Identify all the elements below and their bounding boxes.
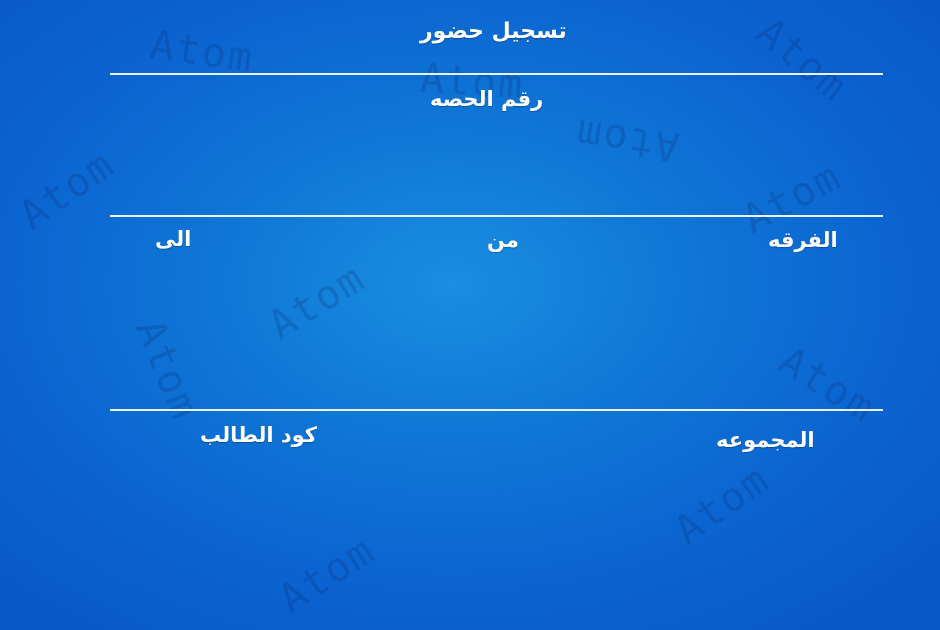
- watermark-logo: Atom: [260, 254, 374, 350]
- watermark-logo: Atom: [666, 456, 779, 554]
- watermark-logo: Atom: [147, 21, 258, 83]
- section-divider: [110, 409, 883, 411]
- grade-label: الفرقه: [768, 228, 838, 252]
- student-code-label: كود الطالب: [200, 423, 318, 447]
- watermark-logo: Atom: [770, 337, 884, 433]
- watermark-logo: Atom: [11, 141, 124, 239]
- group-label: المجموعه: [716, 428, 815, 452]
- watermark-logo: Atom: [572, 109, 683, 171]
- page-title: تسجيل حضور: [420, 19, 567, 44]
- header-divider: [110, 73, 883, 75]
- session-number-label: رقم الحصه: [430, 87, 544, 111]
- watermark-logo: Atom: [270, 527, 384, 623]
- section-divider: [110, 215, 883, 217]
- from-label: من: [487, 228, 519, 252]
- to-label: الى: [155, 227, 192, 251]
- watermark-logo: Atom: [747, 8, 857, 112]
